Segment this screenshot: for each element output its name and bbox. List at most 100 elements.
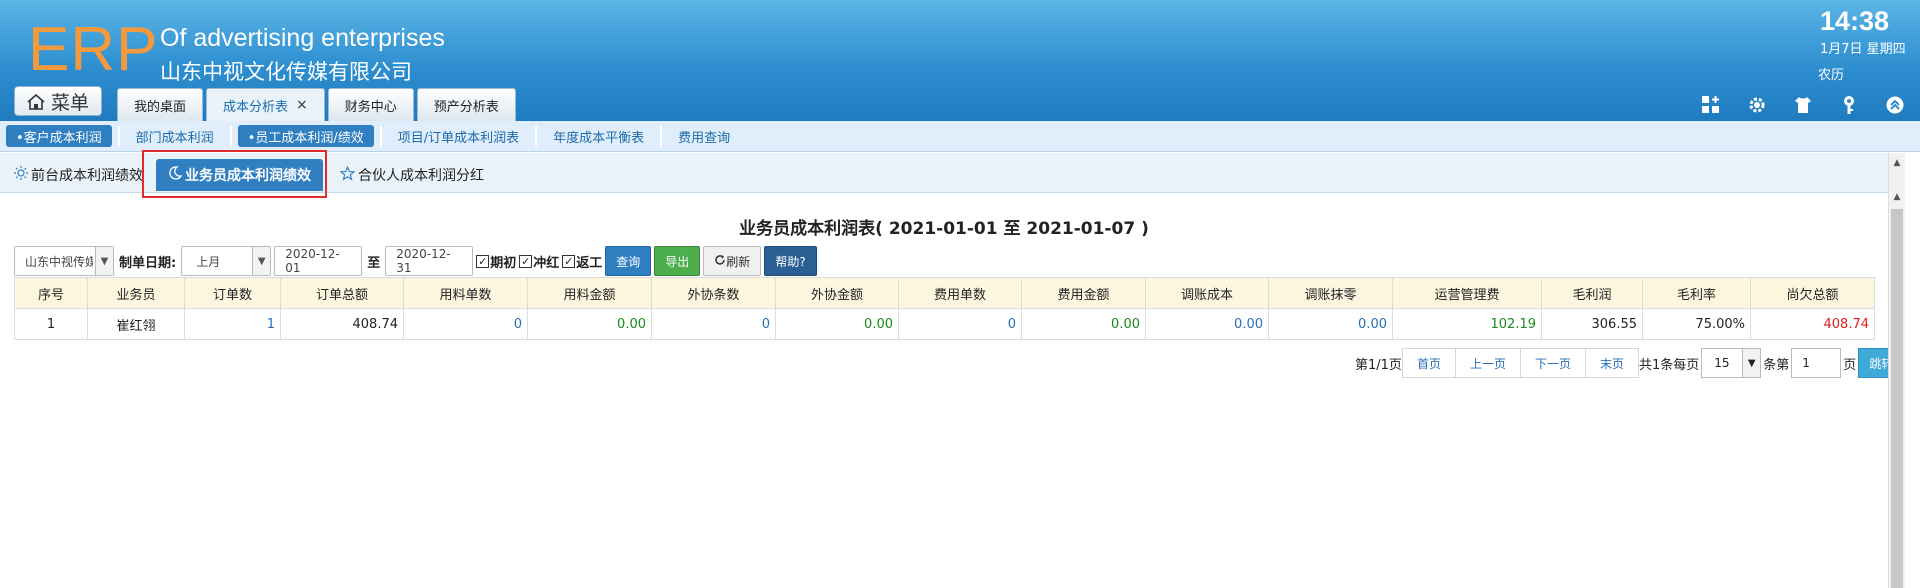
- col-operating-fee: 运营管理费: [1392, 277, 1542, 309]
- scroll-thumb[interactable]: [1891, 209, 1903, 588]
- subnav-divider: [379, 126, 382, 146]
- pagination: 第1/1页 首页 上一页 下一页 末页 共1条每页 15 ▼ 条第 1 页 跳转: [1355, 348, 1905, 378]
- per-page-select[interactable]: 15 ▼: [1701, 348, 1762, 378]
- menu-label: 菜单: [50, 91, 89, 114]
- next-page-button[interactable]: 下一页: [1519, 348, 1586, 378]
- col-gross-profit: 毛利润: [1541, 277, 1643, 309]
- subnav-project-order-cost-profit[interactable]: 项目/订单成本利润表: [388, 125, 529, 147]
- date-from-input[interactable]: 2020-12-01: [274, 246, 363, 276]
- subnav-department-cost-profit[interactable]: 部门成本利润: [126, 125, 224, 147]
- checkbox-reversal[interactable]: ✓ 冲红: [519, 252, 559, 271]
- checkbox-icon: ✓: [562, 254, 576, 268]
- clothing-icon[interactable]: [1792, 94, 1814, 116]
- col-material-count: 用料单数: [403, 277, 528, 309]
- col-gross-margin: 毛利率: [1642, 277, 1751, 309]
- tab-partner-dividend[interactable]: 合伙人成本利润分红: [339, 159, 484, 191]
- filter-toolbar: 山东中视传媒 ▼ 制单日期: 上月 ▼ 2020-12-01 至 2020-12…: [14, 246, 817, 276]
- subnav-divider: [535, 126, 538, 146]
- company-select[interactable]: 山东中视传媒 ▼: [14, 246, 114, 276]
- col-order-count: 订单数: [184, 277, 281, 309]
- refresh-icon: [714, 254, 726, 269]
- subnav-divider: [117, 126, 120, 146]
- page-unit-label: 页: [1843, 357, 1857, 373]
- tab-preproduction-analysis[interactable]: 预产分析表: [416, 88, 516, 121]
- total-label: 共1条每页: [1639, 357, 1700, 373]
- subnav-expense-query[interactable]: 费用查询: [668, 125, 740, 147]
- key-icon[interactable]: [1838, 94, 1860, 116]
- menu-button[interactable]: 菜单: [14, 86, 102, 116]
- period-select[interactable]: 上月 ▼: [181, 246, 272, 276]
- company-name-cn: 山东中视文化传媒有限公司: [160, 60, 412, 84]
- vertical-scrollbar[interactable]: ▲ ▲: [1888, 153, 1905, 588]
- col-adjust-rounding: 调账抹零: [1268, 277, 1393, 309]
- per-unit-label: 条第: [1763, 357, 1790, 373]
- help-button[interactable]: 帮助?: [764, 246, 817, 276]
- cell-order-count[interactable]: 1: [184, 308, 281, 340]
- chevron-down-icon: ▼: [252, 247, 271, 275]
- refresh-button[interactable]: 刷新: [703, 246, 762, 276]
- date-label: 制单日期:: [119, 255, 177, 271]
- checkbox-icon: ✓: [476, 254, 490, 268]
- col-outsource-amount: 外协金额: [775, 277, 899, 309]
- export-button[interactable]: 导出: [654, 246, 701, 276]
- last-page-button[interactable]: 末页: [1584, 348, 1639, 378]
- cell-gross-profit: 306.55: [1541, 308, 1643, 340]
- erp-logo: ERP: [28, 15, 159, 84]
- query-button[interactable]: 查询: [605, 246, 652, 276]
- cell-material-amount: 0.00: [527, 308, 652, 340]
- cell-index: 1: [14, 308, 88, 340]
- col-adjust-cost: 调账成本: [1145, 277, 1269, 309]
- subnav-customer-cost-profit[interactable]: •客户成本利润: [6, 125, 112, 147]
- app-header: ERP Of advertising enterprises 山东中视文化传媒有…: [0, 0, 1920, 121]
- sub-navigation: •客户成本利润 部门成本利润 •员工成本利润/绩效 项目/订单成本利润表 年度成…: [0, 121, 1920, 152]
- cell-expense-count[interactable]: 0: [898, 308, 1022, 340]
- cell-outstanding-total: 408.74: [1750, 308, 1875, 340]
- col-outsource-count: 外协条数: [651, 277, 776, 309]
- cell-material-count[interactable]: 0: [403, 308, 528, 340]
- cell-outsource-amount: 0.00: [775, 308, 899, 340]
- tab-desktop[interactable]: 我的桌面: [117, 88, 204, 121]
- home-icon: [27, 93, 45, 110]
- scroll-up-icon[interactable]: ▲: [1889, 189, 1905, 205]
- tab-highlight-frame: [142, 150, 327, 198]
- col-material-amount: 用料金额: [527, 277, 652, 309]
- cell-adjust-rounding[interactable]: 0.00: [1268, 308, 1393, 340]
- date-to-input[interactable]: 2020-12-31: [385, 246, 474, 276]
- cell-operating-fee: 102.19: [1392, 308, 1542, 340]
- cell-adjust-cost[interactable]: 0.00: [1145, 308, 1269, 340]
- report-title: 业务员成本利润表( 2021-01-01 至 2021-01-07 ): [739, 219, 1149, 239]
- col-index: 序号: [14, 277, 88, 309]
- collapse-icon[interactable]: [1884, 94, 1906, 116]
- clock-date: 1月7日 星期四: [1820, 42, 1906, 57]
- first-page-button[interactable]: 首页: [1401, 348, 1456, 378]
- page-info: 第1/1页: [1355, 357, 1402, 373]
- subnav-divider: [660, 126, 663, 146]
- cell-salesman: 崔红翎: [87, 308, 185, 340]
- subnav-employee-cost-profit[interactable]: •员工成本利润/绩效: [237, 125, 374, 147]
- lunar-date: 农历: [1818, 68, 1845, 83]
- chevron-down-icon: ▼: [1742, 349, 1761, 377]
- scroll-up-icon[interactable]: ▲: [1889, 155, 1905, 171]
- cell-outsource-count[interactable]: 0: [651, 308, 776, 340]
- close-icon[interactable]: ×: [296, 97, 308, 113]
- tab-front-desk-performance[interactable]: 前台成本利润绩效: [14, 159, 143, 191]
- gear-icon[interactable]: [1746, 94, 1768, 116]
- tab-finance-center[interactable]: 财务中心: [327, 88, 414, 121]
- table-row[interactable]: 1 崔红翎 1 408.74 0 0.00 0 0.00 0 0.00 0.00…: [14, 308, 1875, 340]
- checkbox-rework[interactable]: ✓ 返工: [562, 252, 602, 271]
- cell-order-total: 408.74: [280, 308, 404, 340]
- col-order-total: 订单总额: [280, 277, 404, 309]
- cell-expense-amount: 0.00: [1021, 308, 1146, 340]
- cell-gross-margin: 75.00%: [1642, 308, 1751, 340]
- add-widget-icon[interactable]: [1700, 94, 1722, 116]
- table-header-row: 序号 业务员 订单数 订单总额 用料单数 用料金额 外协条数 外协金额 费用单数…: [14, 277, 1875, 309]
- prev-page-button[interactable]: 上一页: [1454, 348, 1521, 378]
- checkbox-opening[interactable]: ✓ 期初: [476, 252, 516, 271]
- subnav-annual-cost-balance[interactable]: 年度成本平衡表: [543, 125, 654, 147]
- page-number-input[interactable]: 1: [1791, 348, 1842, 378]
- col-outstanding-total: 尚欠总额: [1750, 277, 1875, 309]
- star-icon: [339, 164, 356, 185]
- clock-time: 14:38: [1820, 6, 1890, 36]
- tab-cost-analysis[interactable]: 成本分析表 ×: [206, 88, 325, 121]
- top-tab-bar: 我的桌面 成本分析表 × 财务中心 预产分析表: [117, 88, 516, 121]
